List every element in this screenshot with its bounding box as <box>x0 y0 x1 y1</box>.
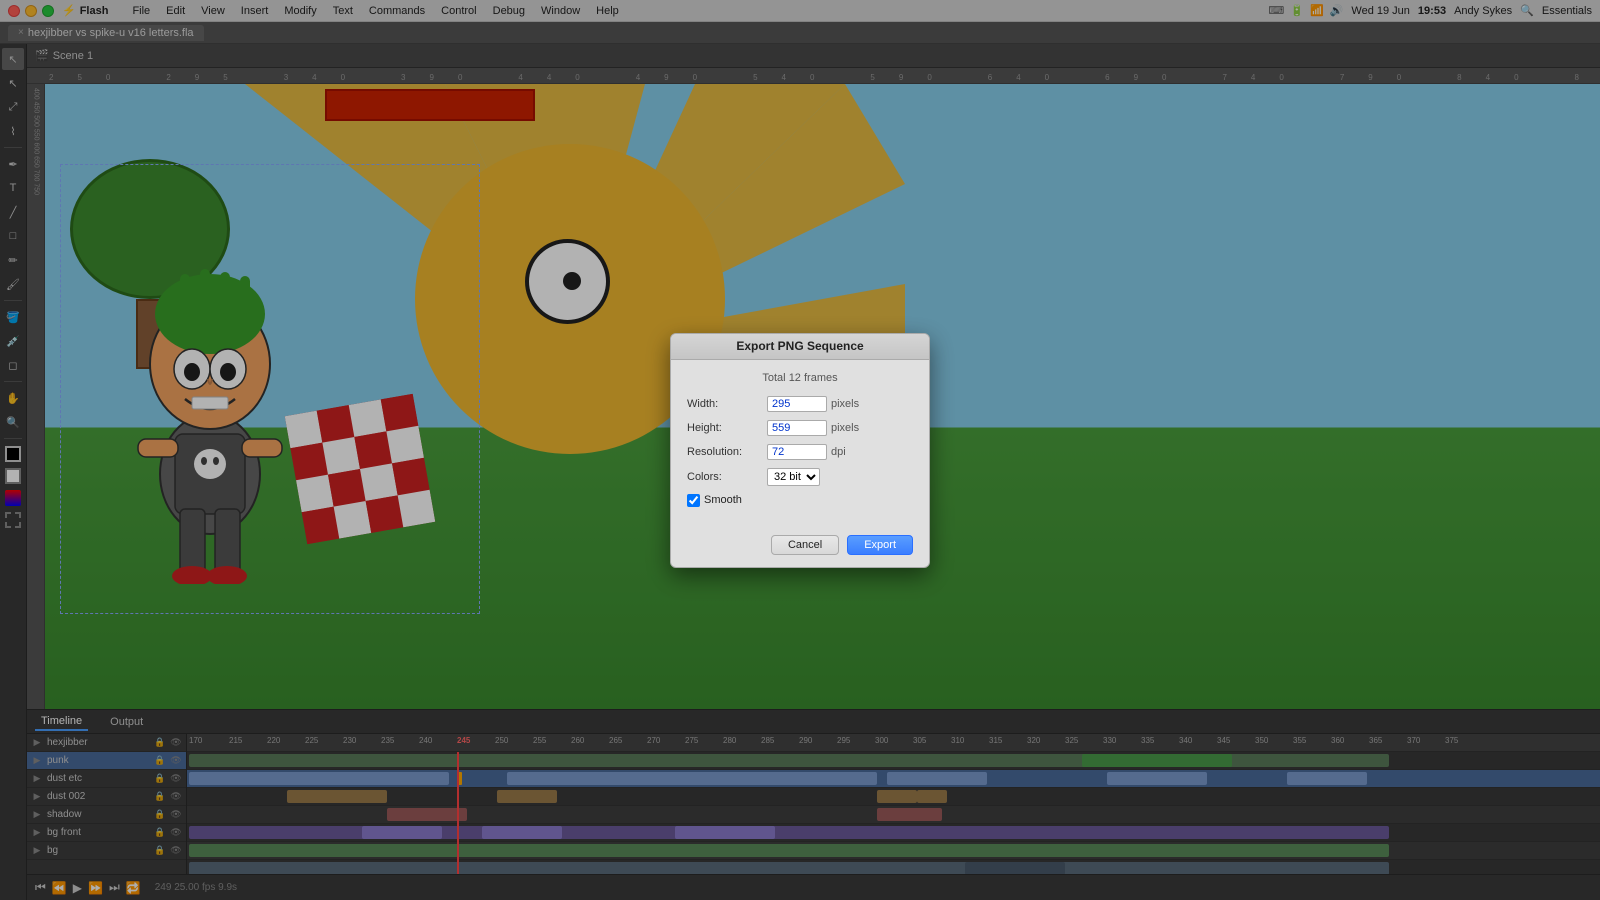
width-input[interactable] <box>767 396 827 412</box>
colors-select[interactable]: 32 bit 24 bit 8 bit <box>767 468 820 486</box>
resolution-label: Resolution: <box>687 446 767 458</box>
total-frames: 12 <box>789 372 801 384</box>
width-label: Width: <box>687 398 767 410</box>
resolution-unit: dpi <box>831 446 846 458</box>
total-label: Total <box>762 372 785 384</box>
dialog-titlebar: Export PNG Sequence <box>671 334 929 360</box>
height-input[interactable] <box>767 420 827 436</box>
smooth-checkbox[interactable] <box>687 494 700 507</box>
colors-label: Colors: <box>687 471 767 483</box>
smooth-row: Smooth <box>687 494 913 507</box>
height-unit: pixels <box>831 422 859 434</box>
width-row: Width: pixels <box>687 396 913 412</box>
dialog-info: Total 12 frames <box>687 372 913 384</box>
smooth-label: Smooth <box>704 494 742 506</box>
resolution-row: Resolution: dpi <box>687 444 913 460</box>
cancel-button[interactable]: Cancel <box>771 535 839 555</box>
height-row: Height: pixels <box>687 420 913 436</box>
colors-row: Colors: 32 bit 24 bit 8 bit <box>687 468 913 486</box>
height-label: Height: <box>687 422 767 434</box>
dialog-buttons: Cancel Export <box>671 527 929 567</box>
resolution-input[interactable] <box>767 444 827 460</box>
dialog-body: Total 12 frames Width: pixels Height: pi… <box>671 360 929 527</box>
export-button[interactable]: Export <box>847 535 913 555</box>
frames-label: frames <box>804 372 838 384</box>
width-unit: pixels <box>831 398 859 410</box>
dialog-overlay: Export PNG Sequence Total 12 frames Widt… <box>0 0 1600 900</box>
dialog-title: Export PNG Sequence <box>736 339 863 353</box>
export-dialog: Export PNG Sequence Total 12 frames Widt… <box>670 333 930 568</box>
